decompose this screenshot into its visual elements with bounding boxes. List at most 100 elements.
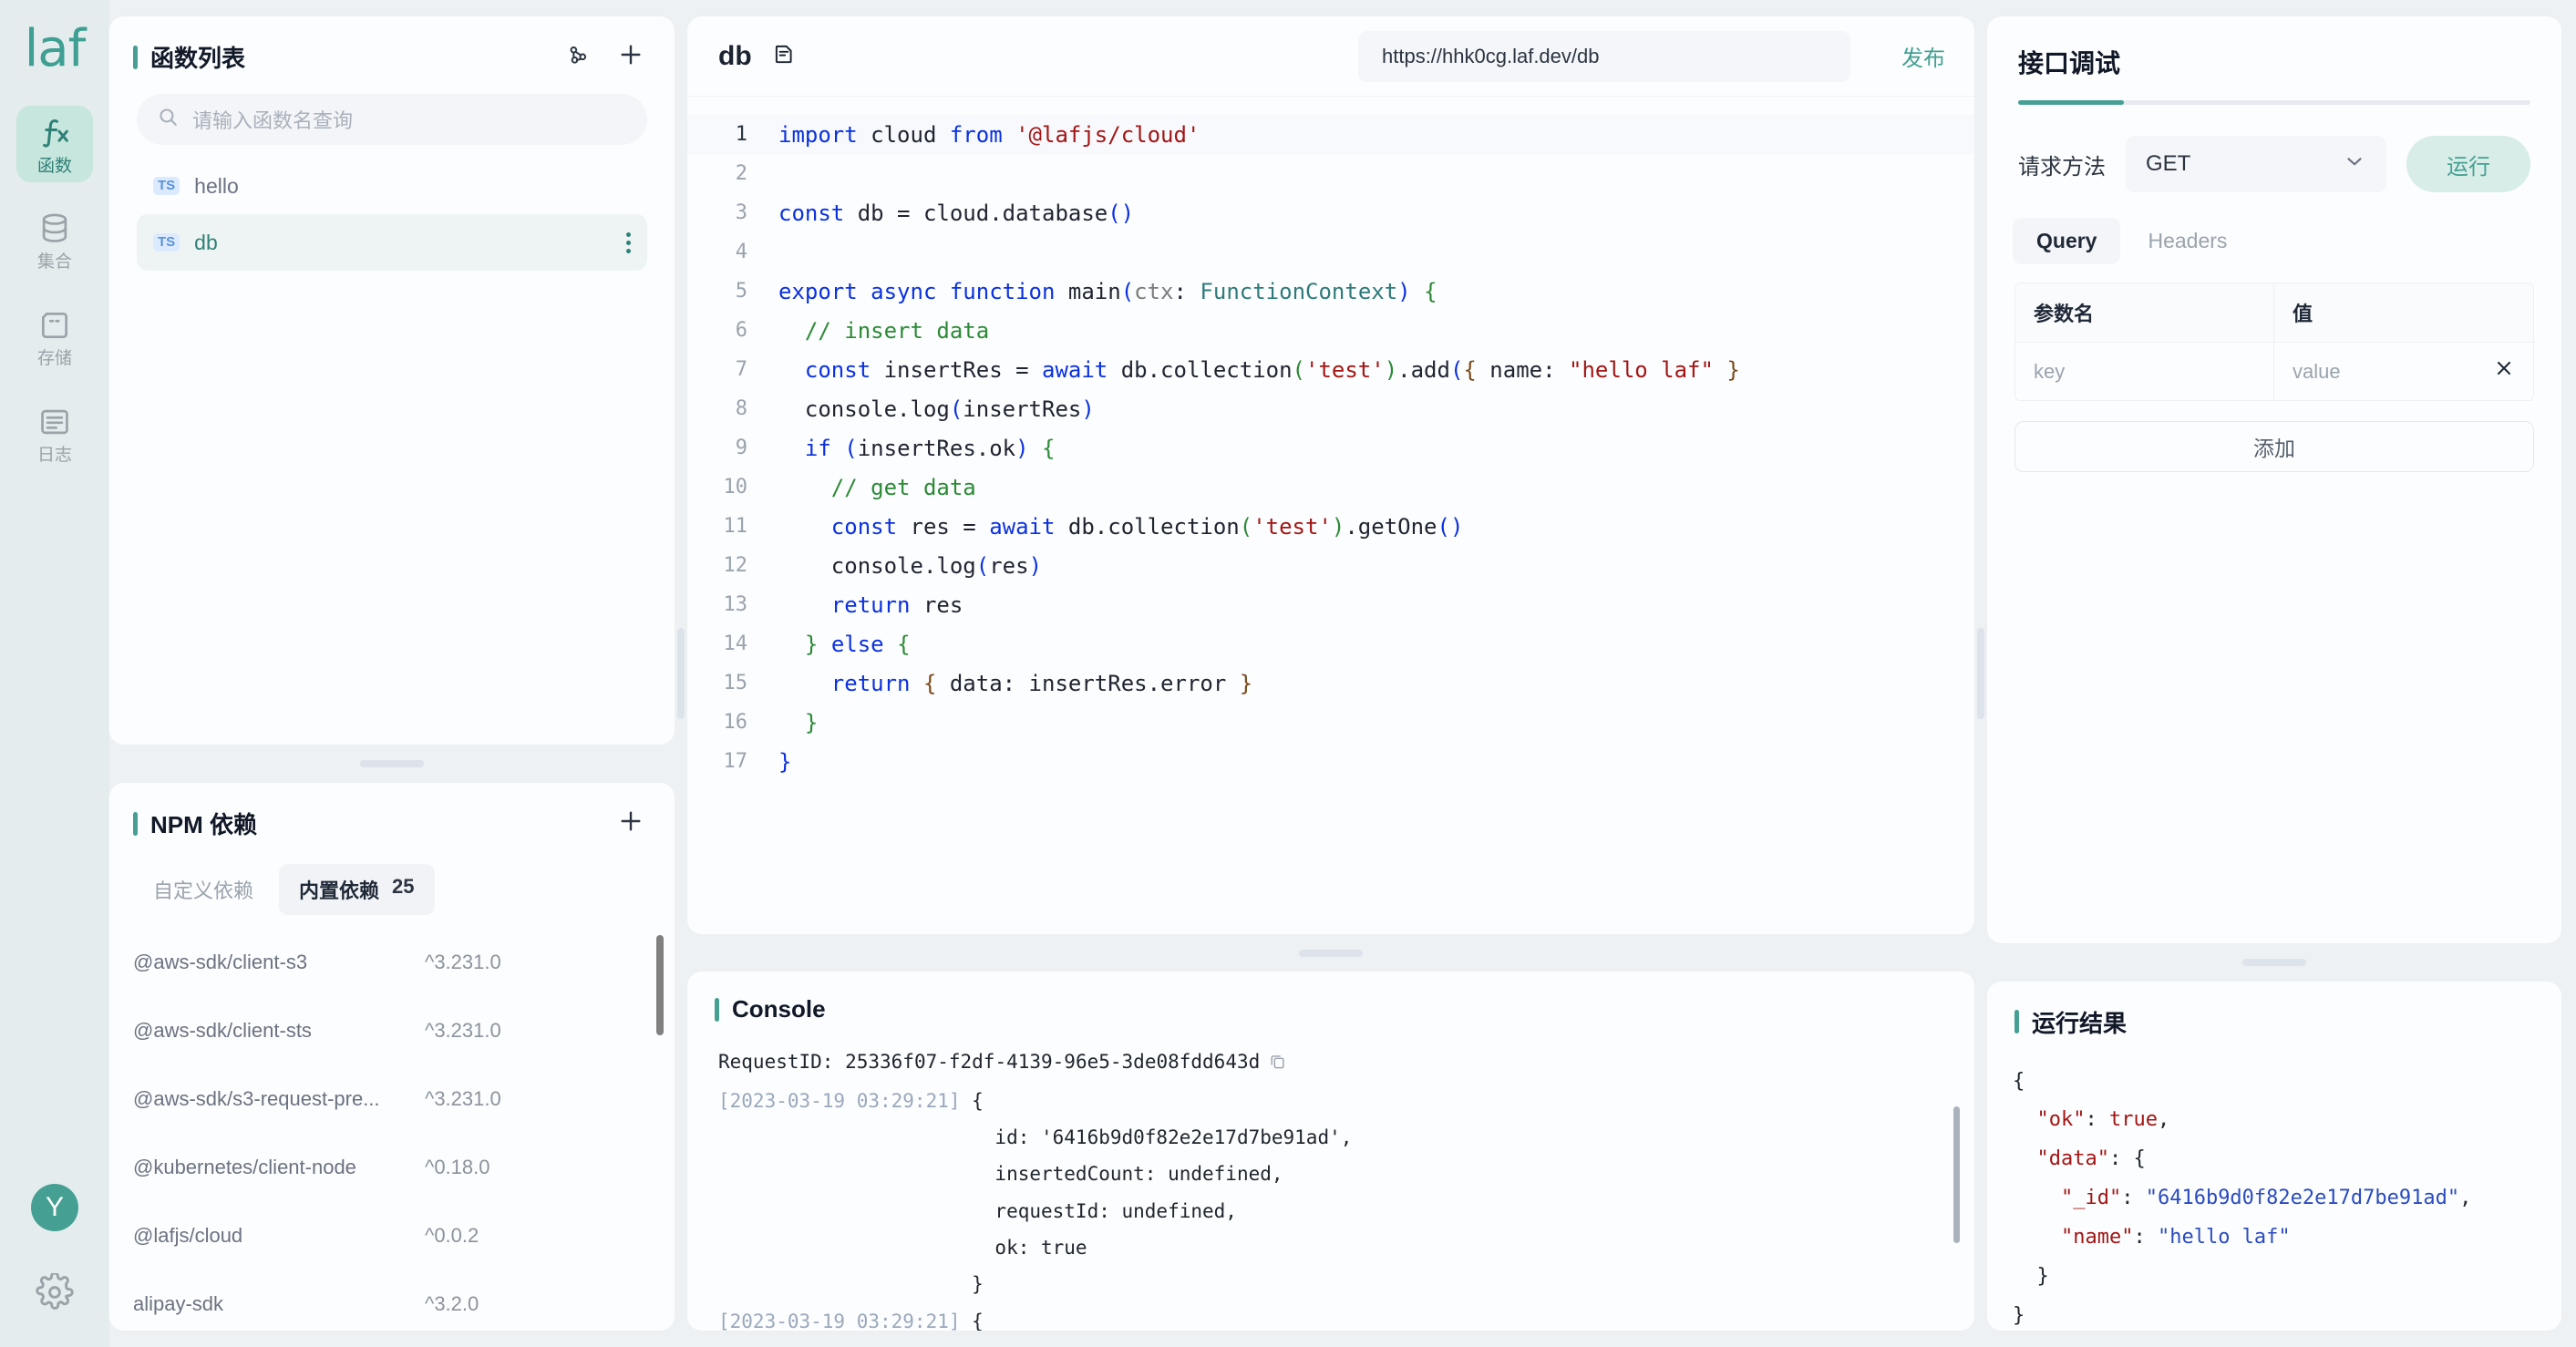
result-json-token: "ok": [2037, 1108, 2086, 1131]
dependency-version: ^3.231.0: [425, 951, 501, 974]
title-accent-bar: [133, 812, 138, 836]
dependency-row[interactable]: @aws-sdk/client-s3 ^3.231.0: [109, 928, 675, 996]
function-item-label: db: [194, 231, 218, 255]
laf-logo[interactable]: laf: [25, 24, 86, 75]
dependency-row[interactable]: @aws-sdk/s3-request-pre... ^3.231.0: [109, 1064, 675, 1133]
search-input[interactable]: 请输入函数名查询: [137, 94, 647, 145]
resize-handle[interactable]: [677, 628, 685, 719]
resize-handle[interactable]: [1299, 950, 1363, 957]
left-column: 函数列表: [109, 0, 675, 1347]
code-area[interactable]: 1import cloud from '@lafjs/cloud' 2 3con…: [687, 97, 1974, 934]
function-list-panel: 函数列表: [109, 16, 675, 745]
npm-tab-builtin[interactable]: 内置依赖 25: [279, 864, 435, 915]
title-underline: [2018, 100, 2530, 105]
search-icon: [157, 106, 180, 133]
debug-tabs: Query Headers: [1987, 192, 2561, 264]
plus-icon[interactable]: [616, 40, 645, 74]
result-json-token: :: [2085, 1108, 2109, 1131]
dependency-row[interactable]: @aws-sdk/client-sts ^3.231.0: [109, 996, 675, 1064]
npm-header: NPM 依赖: [109, 783, 675, 840]
dependency-name: @aws-sdk/client-sts: [133, 1019, 425, 1043]
search-wrapper: 请输入函数名查询: [109, 74, 675, 145]
gear-icon[interactable]: [36, 1273, 74, 1316]
function-list-title: 函数列表: [150, 40, 245, 74]
code-line: 5export async function main(ctx: Functio…: [687, 272, 1974, 311]
line-number: 9: [687, 437, 778, 459]
param-key-input[interactable]: key: [2015, 343, 2274, 400]
line-number: 16: [687, 711, 778, 734]
result-json-line: {: [2013, 1063, 2536, 1102]
dependency-list: @aws-sdk/client-s3 ^3.231.0 @aws-sdk/cli…: [109, 915, 675, 1331]
publish-button[interactable]: 发布: [1901, 40, 1945, 72]
console-scrollbar[interactable]: [1953, 1106, 1960, 1243]
right-column: 接口调试 请求方法 GET 运行 Query Headers 参数名: [1987, 0, 2576, 1347]
rail-item-storage[interactable]: 存储: [16, 299, 93, 375]
console-log-line: [2023-03-19 03:29:21] {: [718, 1083, 1943, 1119]
code-text: const db = cloud.database(): [778, 201, 1134, 226]
title-underline-accent: [2018, 100, 2124, 105]
log-timestamp: [2023-03-19 03:29:21]: [718, 1311, 961, 1331]
resize-handle[interactable]: [360, 760, 424, 767]
rail-item-collections[interactable]: 集合: [16, 202, 93, 279]
function-url-box[interactable]: https://hhk0cg.laf.dev/db: [1358, 31, 1850, 82]
webhook-icon[interactable]: [565, 42, 591, 72]
code-text: }: [778, 710, 818, 735]
result-json-token: : {: [2109, 1147, 2146, 1170]
run-result-json: { "ok": true, "data": { "_id": "6416b9d0…: [1987, 1039, 2561, 1331]
code-text: return { data: insertRes.error }: [778, 671, 1252, 696]
console-output[interactable]: RequestID: 25336f07-f2df-4139-96e5-3de08…: [687, 1023, 1974, 1331]
copy-icon[interactable]: [1269, 1053, 1286, 1075]
code-line: 10 // get data: [687, 468, 1974, 507]
console-panel: Console RequestID: 25336f07-f2df-4139-96…: [687, 972, 1974, 1331]
ts-badge: TS: [153, 177, 180, 196]
params-table-header: 参数名 值: [2015, 283, 2533, 343]
rail-item-label: 存储: [37, 350, 72, 367]
param-value-cell: value: [2274, 343, 2533, 400]
code-text: }: [778, 749, 791, 775]
result-json-line: "name": "hello laf": [2013, 1218, 2536, 1258]
code-line: 13 return res: [687, 585, 1974, 624]
avatar[interactable]: Y: [31, 1184, 78, 1231]
chevron-down-icon: [2343, 149, 2366, 180]
param-value-input[interactable]: value: [2293, 360, 2341, 384]
tab-query[interactable]: Query: [2013, 218, 2120, 264]
code-line: 3const db = cloud.database(): [687, 193, 1974, 232]
dependency-row[interactable]: @lafjs/cloud ^0.0.2: [109, 1201, 675, 1270]
rail-item-label: 日志: [37, 447, 72, 464]
console-log-line: [2023-03-19 03:29:21] {: [718, 1303, 1943, 1331]
close-icon[interactable]: [2493, 357, 2515, 386]
add-param-button[interactable]: 添加: [2014, 421, 2534, 472]
code-line: 8 console.log(insertRes): [687, 389, 1974, 428]
rail-item-functions[interactable]: 函数: [16, 106, 93, 182]
npm-tab-custom[interactable]: 自定义依赖: [133, 864, 273, 915]
resize-handle[interactable]: [1977, 628, 1984, 719]
method-select[interactable]: GET: [2126, 136, 2386, 192]
dependency-row[interactable]: @kubernetes/client-node ^0.18.0: [109, 1133, 675, 1201]
more-options-icon[interactable]: [626, 232, 631, 253]
plus-icon[interactable]: [616, 807, 645, 840]
console-log-line: ok: true: [718, 1229, 1943, 1266]
code-line: 17}: [687, 742, 1974, 781]
line-number: 6: [687, 319, 778, 342]
log-text: insertedCount: undefined,: [718, 1163, 1283, 1185]
dependency-version: ^0.18.0: [425, 1156, 490, 1179]
run-button[interactable]: 运行: [2406, 136, 2530, 192]
result-json-token: [2013, 1187, 2061, 1209]
tab-headers[interactable]: Headers: [2124, 218, 2251, 264]
resize-handle[interactable]: [2242, 959, 2306, 966]
code-line: 6 // insert data: [687, 311, 1974, 350]
code-line: 12 console.log(res): [687, 546, 1974, 585]
dependency-row[interactable]: alipay-sdk ^3.2.0: [109, 1270, 675, 1331]
document-icon[interactable]: [772, 42, 796, 70]
rail-item-logs[interactable]: 日志: [16, 396, 93, 472]
result-json-token: true: [2109, 1108, 2158, 1131]
dependency-scrollbar[interactable]: [656, 935, 664, 1035]
code-line: 9 if (insertRes.ok) {: [687, 428, 1974, 468]
result-json-token: [2013, 1147, 2037, 1170]
line-number: 12: [687, 554, 778, 577]
code-text: // get data: [778, 475, 976, 500]
function-item-db[interactable]: TS db: [137, 214, 647, 271]
npm-panel: NPM 依赖 自定义依赖 内置依赖 25 @aws-sdk/client-s3: [109, 783, 675, 1331]
function-item-hello[interactable]: TS hello: [137, 158, 647, 214]
line-number: 11: [687, 515, 778, 538]
